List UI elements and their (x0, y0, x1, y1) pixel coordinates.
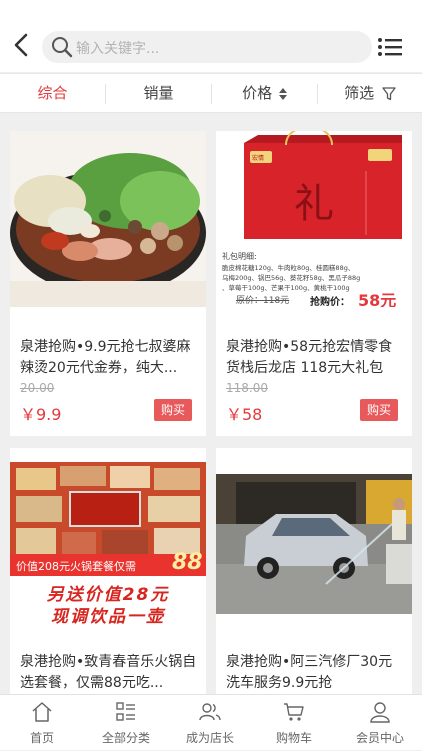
gift-sale-label: 抢购价： (310, 297, 350, 307)
user-icon (370, 702, 390, 723)
gift-sale-price: 58元 (358, 291, 397, 307)
buy-button[interactable]: 购买 (154, 399, 192, 421)
product-image-car-wash[interactable] (216, 448, 412, 628)
buy-button[interactable]: 购买 (360, 399, 398, 421)
car-wash-illustration (216, 474, 412, 614)
tab-label: 价格 (242, 84, 273, 102)
product-title[interactable]: 泉港抢购•58元抢宏情零食货栈后龙店 118元大礼包 (226, 337, 406, 379)
tab-label: 销量 (143, 84, 174, 102)
banner-price: 88 (172, 550, 203, 575)
product-card[interactable]: 价值208元火锅套餐仅需 88 另送价值28元 现调饮品一壶 泉港抢购•致青春音… (10, 448, 206, 694)
product-title[interactable]: 泉港抢购•阿三汽修厂30元洗车服务9.9元抢 (226, 652, 406, 694)
product-title[interactable]: 泉港抢购•致青春音乐火锅自选套餐，仅需88元吃... (20, 652, 200, 694)
hotpot-banner: 价值208元火锅套餐仅需 88 (10, 550, 206, 576)
tab-label: 筛选 (344, 84, 375, 102)
nav-label: 首页 (29, 731, 54, 745)
nav-categories[interactable]: 全部分类 (84, 695, 168, 751)
tab-price[interactable]: 价格 (212, 74, 317, 112)
users-icon (199, 703, 221, 721)
product-image-hotpot-buffet[interactable]: 价值208元火锅套餐仅需 88 另送价值28元 现调饮品一壶 (10, 448, 206, 628)
gift-list-line: 、草莓干100g、芒果干100g、黄桃干100g (222, 284, 350, 292)
sale-price: ￥58 (226, 405, 263, 424)
banner-value-text: 价值208元火锅套餐仅需 (16, 560, 136, 573)
product-card[interactable]: 宏情 礼 礼包明细: 脆皮棉花糖120g、牛肉粒80g、桂圆糕88g、 乌梅20… (216, 131, 412, 436)
product-card[interactable]: 泉港抢购•阿三汽修厂30元洗车服务9.9元抢 (216, 448, 412, 694)
gift-list-line: 乌梅200g、锅巴56g、葵花籽58g、黑瓜子88g (222, 274, 361, 282)
nav-label: 成为店长 (185, 731, 234, 745)
gift-logo-text: 宏情 (252, 155, 265, 162)
original-price: 20.00 (20, 381, 55, 395)
nav-member-center[interactable]: 会员中心 (338, 695, 422, 751)
nav-become-manager[interactable]: 成为店长 (168, 695, 252, 751)
search-bar[interactable]: 输入关键字... (42, 31, 372, 63)
nav-label: 会员中心 (355, 731, 404, 745)
product-title[interactable]: 泉港抢购•9.9元抢七叔婆麻辣烫20元代金券，纯大... (20, 337, 200, 379)
gift-bag-character: 礼 (294, 181, 334, 227)
nav-cart[interactable]: 购物车 (252, 695, 336, 751)
product-image-gift-bag[interactable]: 宏情 礼 礼包明细: 脆皮棉花糖120g、牛肉粒80g、桂圆糕88g、 乌梅20… (216, 131, 412, 307)
hotpot-illustration (10, 131, 206, 307)
tab-label: 综合 (37, 84, 68, 102)
sale-price: ￥9.9 (20, 405, 62, 424)
nav-label: 全部分类 (101, 731, 150, 745)
filter-funnel-icon (382, 86, 396, 100)
search-icon (52, 37, 73, 58)
home-icon (32, 702, 52, 722)
bottom-nav: 首页 全部分类 成为店长 购物车 会员中心 (0, 694, 422, 750)
tab-comprehensive[interactable]: 综合 (0, 74, 105, 112)
sort-arrows-icon (278, 87, 287, 100)
gift-list-title: 礼包明细: (222, 252, 257, 261)
nav-home[interactable]: 首页 (0, 695, 84, 751)
product-image-hotpot-bowl[interactable] (10, 131, 206, 307)
category-icon (116, 702, 135, 721)
nav-label: 购物车 (275, 731, 312, 745)
promo-line: 现调饮品一壶 (51, 607, 165, 627)
tab-filter[interactable]: 筛选 (318, 74, 422, 112)
top-bar: 输入关键字... (0, 0, 422, 72)
filter-tabs: 综合 销量 价格 筛选 (0, 73, 422, 113)
cart-icon (284, 703, 304, 721)
back-chevron-icon[interactable] (8, 28, 34, 62)
product-card[interactable]: 泉港抢购•9.9元抢七叔婆麻辣烫20元代金券，纯大... 20.00 ￥9.9 … (10, 131, 206, 436)
tab-sales[interactable]: 销量 (106, 74, 211, 112)
gift-list-line: 脆皮棉花糖120g、牛肉粒80g、桂圆糕88g、 (222, 264, 355, 272)
search-input[interactable]: 输入关键字... (76, 38, 159, 58)
original-price: 118.00 (226, 381, 268, 395)
gift-original-price: 原价：118元 (236, 296, 290, 306)
list-menu-icon[interactable] (377, 36, 403, 58)
